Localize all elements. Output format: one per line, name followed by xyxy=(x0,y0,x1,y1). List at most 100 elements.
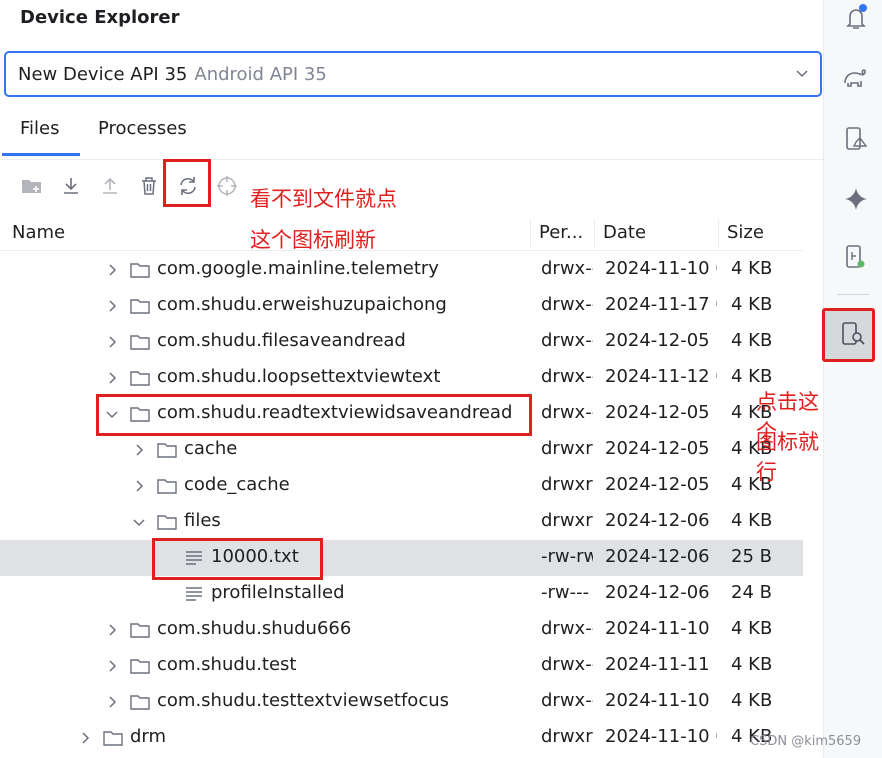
device-api: Android API 35 xyxy=(194,63,327,85)
file-name: com.shudu.filesaveandread xyxy=(157,330,406,351)
table-row[interactable]: profileInstalled -rw--- 2024-12-06 24 B xyxy=(0,576,803,612)
chevron-right-icon[interactable] xyxy=(131,478,147,494)
chevron-right-icon[interactable] xyxy=(104,370,120,386)
running-devices-icon[interactable] xyxy=(842,243,870,271)
folder-icon xyxy=(129,655,151,677)
table-row[interactable]: com.shudu.shudu666 drwx-- 2024-11-10 11:… xyxy=(0,612,803,648)
file-name: 10000.txt xyxy=(211,546,299,567)
folder-icon xyxy=(129,619,151,641)
sidebar-annotation-line2: 图标就行 xyxy=(756,430,819,484)
file-date: 2024-11-11 11:11 xyxy=(605,654,717,675)
chevron-right-icon[interactable] xyxy=(104,658,120,674)
sync-icon[interactable] xyxy=(176,174,200,198)
refresh-annotation-line1: 看不到文件就点 xyxy=(250,187,397,211)
file-name: com.shudu.readtextviewidsaveandread xyxy=(157,402,513,423)
target-icon[interactable] xyxy=(215,174,239,198)
column-date[interactable]: Date xyxy=(603,222,646,243)
file-name: code_cache xyxy=(184,474,290,495)
file-name: com.shudu.testtextviewsetfocus xyxy=(157,690,449,711)
table-row[interactable]: com.shudu.filesaveandread drwx-- 2024-12… xyxy=(0,324,803,360)
file-name: com.shudu.test xyxy=(157,654,297,675)
table-header: Name Per... Date Size xyxy=(0,215,803,251)
column-divider[interactable] xyxy=(718,219,719,247)
folder-icon xyxy=(102,727,124,749)
file-permissions: drwxrw xyxy=(541,438,593,459)
chevron-right-icon[interactable] xyxy=(104,334,120,350)
device-explorer-icon[interactable] xyxy=(839,320,867,348)
chevron-down-icon[interactable] xyxy=(104,406,120,422)
column-permissions[interactable]: Per... xyxy=(539,222,583,243)
tab-selected-indicator xyxy=(2,153,80,156)
chevron-right-icon[interactable] xyxy=(131,442,147,458)
tab-processes[interactable]: Processes xyxy=(98,118,187,139)
file-permissions: drwx-- xyxy=(541,402,593,423)
folder-icon xyxy=(129,367,151,389)
file-date: 2024-11-10 00:00 xyxy=(605,258,717,279)
file-permissions: drwx-- xyxy=(541,618,593,639)
delete-icon[interactable] xyxy=(137,174,161,198)
panel-title: Device Explorer xyxy=(20,7,180,28)
file-date: 2024-11-10 11:11 xyxy=(605,618,717,639)
file-permissions: drwx-- xyxy=(541,690,593,711)
file-size: 4 KB xyxy=(731,654,773,675)
table-row[interactable]: drm drwxrw 2024-11-10 00:00 4 KB xyxy=(0,720,803,756)
table-row[interactable]: com.shudu.test drwx-- 2024-11-11 11:11 4… xyxy=(0,648,803,684)
chevron-right-icon[interactable] xyxy=(104,622,120,638)
download-icon[interactable] xyxy=(59,174,83,198)
file-size: 4 KB xyxy=(731,330,773,351)
file-permissions: drwx-- xyxy=(541,330,593,351)
column-divider[interactable] xyxy=(594,219,595,247)
file-size: 4 KB xyxy=(731,618,773,639)
file-permissions: -rw--- xyxy=(541,582,590,603)
file-size: 25 B xyxy=(731,546,772,567)
file-permissions: -rw-rw xyxy=(541,546,593,567)
file-date: 2024-11-17 00:00 xyxy=(605,294,717,315)
file-permissions: drwxrw xyxy=(541,510,593,531)
file-date: 2024-12-05 xyxy=(605,330,710,351)
chevron-down-icon[interactable] xyxy=(131,514,147,530)
tool-window-sidebar xyxy=(823,0,882,758)
file-size: 4 KB xyxy=(731,366,773,387)
new-folder-icon[interactable] xyxy=(20,174,44,198)
table-row[interactable]: files drwxrw 2024-12-06 4 KB xyxy=(0,504,803,540)
chevron-right-icon[interactable] xyxy=(104,262,120,278)
upload-icon[interactable] xyxy=(98,174,122,198)
folder-icon xyxy=(156,511,178,533)
file-name: com.shudu.loopsettextviewtext xyxy=(157,366,441,387)
file-date: 2024-12-06 xyxy=(605,546,710,567)
text-file-icon xyxy=(183,583,205,605)
gradle-elephant-icon[interactable] xyxy=(842,63,870,91)
tab-files[interactable]: Files xyxy=(20,118,60,139)
folder-icon xyxy=(129,691,151,713)
table-row[interactable]: com.google.mainline.telemetry drwx-- 202… xyxy=(0,252,803,288)
table-row-selected[interactable]: 10000.txt -rw-rw 2024-12-06 25 B xyxy=(0,540,803,576)
table-row[interactable]: com.shudu.testtextviewsetfocus drwx-- 20… xyxy=(0,684,803,720)
table-row[interactable]: com.shudu.loopsettextviewtext drwx-- 202… xyxy=(0,360,803,396)
table-row[interactable]: code_cache drwxrw 2024-12-05 4 KB xyxy=(0,468,803,504)
folder-icon xyxy=(156,439,178,461)
gemini-sparkle-icon[interactable] xyxy=(842,185,870,213)
column-name[interactable]: Name xyxy=(12,222,65,243)
folder-icon xyxy=(156,475,178,497)
notification-badge xyxy=(859,4,867,12)
table-row[interactable]: cache drwxrw 2024-12-05 4 KB xyxy=(0,432,803,468)
file-permissions: drwx-- xyxy=(541,366,593,387)
chevron-right-icon[interactable] xyxy=(104,694,120,710)
toolbar xyxy=(0,162,823,212)
file-name: com.google.mainline.telemetry xyxy=(157,258,439,279)
file-date: 2024-12-05 xyxy=(605,438,710,459)
chevron-right-icon[interactable] xyxy=(77,730,93,746)
table-row[interactable]: com.shudu.readtextviewidsaveandread drwx… xyxy=(0,396,803,432)
chevron-right-icon[interactable] xyxy=(104,298,120,314)
file-date: 2024-12-05 xyxy=(605,402,710,423)
device-select-dropdown[interactable]: New Device API 35 Android API 35 xyxy=(4,51,822,97)
file-size: 4 KB xyxy=(731,294,773,315)
file-size: 4 KB xyxy=(731,510,773,531)
device-manager-icon[interactable] xyxy=(842,125,870,153)
table-row[interactable]: com.shudu.erweishuzupaichong drwx-- 2024… xyxy=(0,288,803,324)
column-divider[interactable] xyxy=(530,219,531,247)
sidebar-divider xyxy=(837,294,869,295)
column-size[interactable]: Size xyxy=(727,222,764,243)
file-name: com.shudu.erweishuzupaichong xyxy=(157,294,447,315)
tab-bar: Files Processes xyxy=(0,105,823,160)
